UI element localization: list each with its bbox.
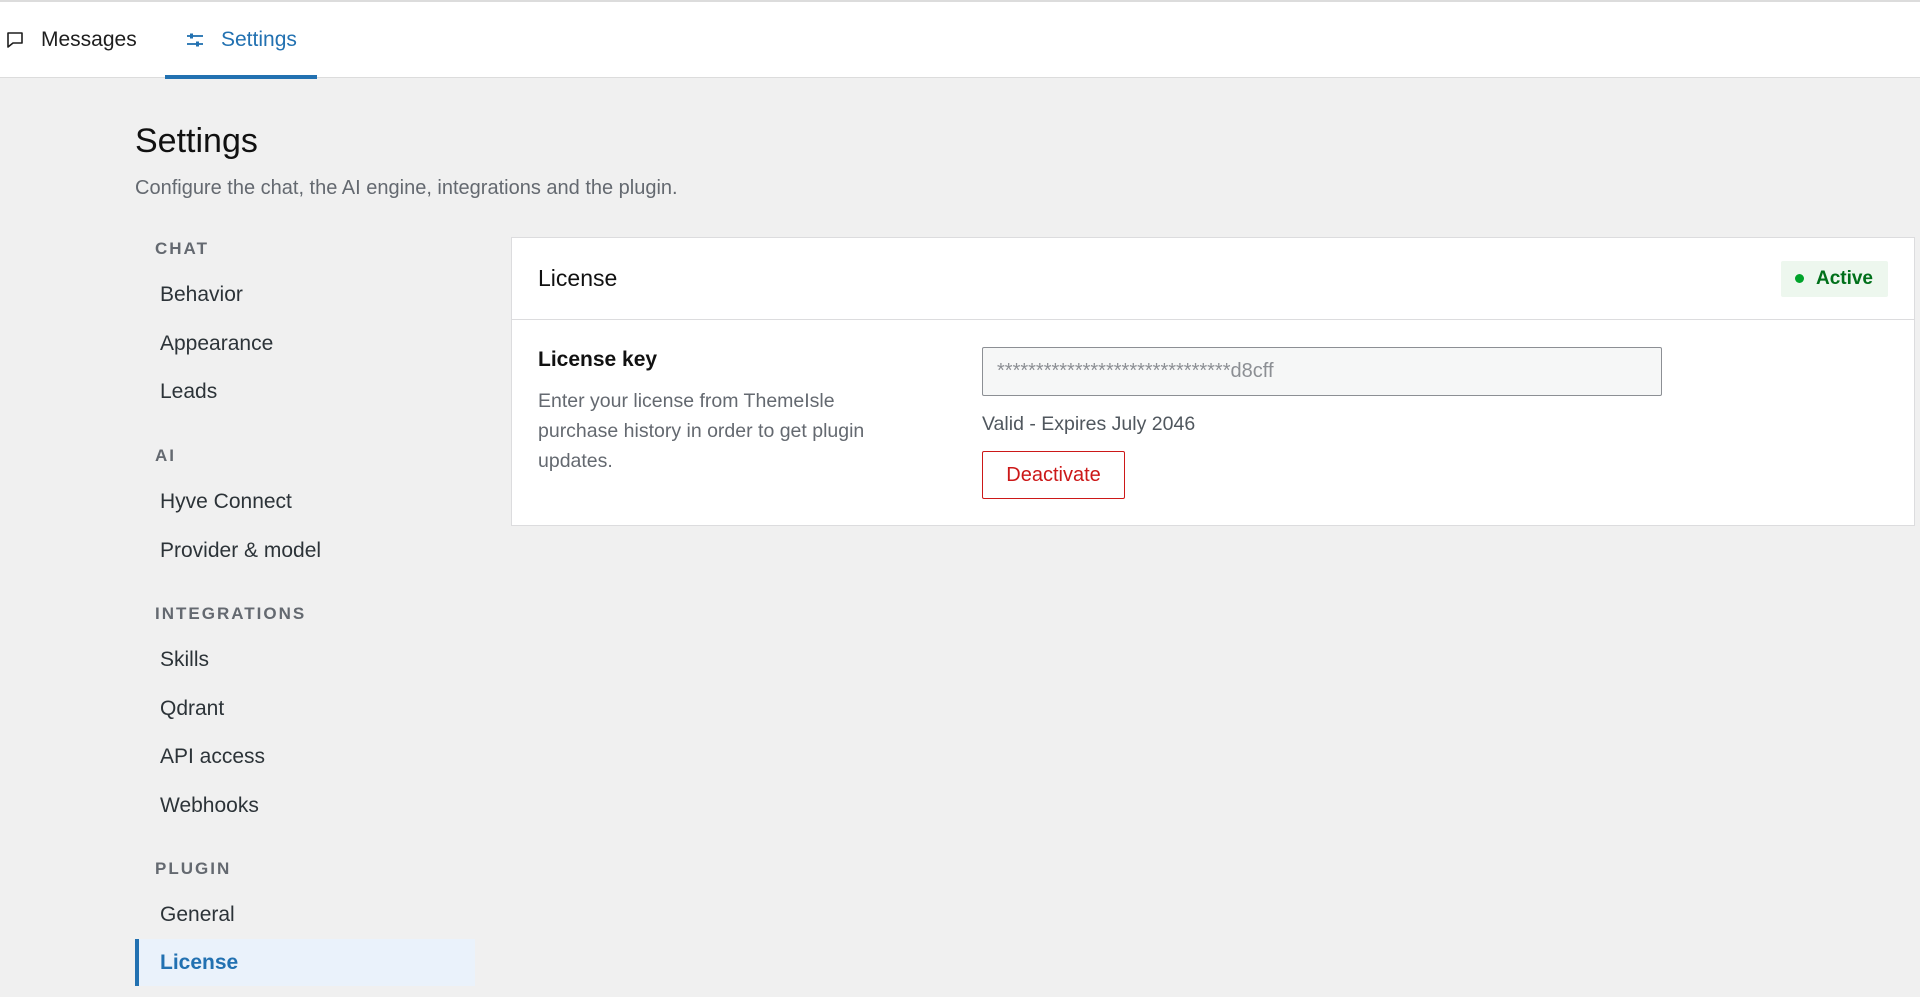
nav-item-general[interactable]: General — [160, 903, 235, 927]
top-tab-bar: Messages Settings — [0, 0, 1920, 79]
nav-item-qdrant[interactable]: Qdrant — [160, 697, 224, 721]
nav-item-behavior[interactable]: Behavior — [160, 283, 243, 307]
nav-item-provider-model[interactable]: Provider & model — [160, 539, 321, 563]
nav-group-plugin: PLUGIN — [155, 859, 232, 878]
comment-icon — [5, 30, 25, 50]
tab-settings-label: Settings — [221, 28, 297, 51]
license-key-input[interactable] — [982, 347, 1662, 396]
page-title: Settings — [135, 122, 258, 160]
deactivate-button[interactable]: Deactivate — [982, 451, 1125, 499]
card-title: License — [538, 265, 618, 291]
license-key-description: Enter your license from ThemeIsle purcha… — [538, 390, 865, 472]
license-validity-text: Valid - Expires July 2046 — [982, 413, 1196, 435]
nav-item-license[interactable]: License — [135, 939, 475, 986]
tab-settings[interactable]: Settings — [165, 2, 317, 79]
page-subtitle: Configure the chat, the AI engine, integ… — [135, 177, 678, 199]
nav-item-hyve-connect[interactable]: Hyve Connect — [160, 490, 292, 514]
nav-group-integrations: INTEGRATIONS — [155, 604, 307, 623]
nav-item-appearance[interactable]: Appearance — [160, 332, 273, 356]
license-card-header: License Active — [512, 238, 1914, 320]
sliders-icon — [185, 30, 205, 50]
nav-item-skills[interactable]: Skills — [160, 648, 209, 672]
nav-item-webhooks[interactable]: Webhooks — [160, 794, 259, 818]
status-badge: Active — [1780, 260, 1888, 297]
license-card: License Active License key Enter your li… — [511, 237, 1915, 526]
nav-item-leads[interactable]: Leads — [160, 380, 217, 404]
nav-group-ai: AI — [155, 446, 176, 465]
nav-item-api-access[interactable]: API access — [160, 745, 265, 769]
nav-group-chat: CHAT — [155, 239, 209, 258]
status-dot-icon — [1794, 274, 1804, 283]
tab-messages-label: Messages — [41, 28, 137, 51]
status-badge-label: Active — [1815, 267, 1873, 289]
license-key-label: License key — [538, 348, 658, 371]
tab-messages[interactable]: Messages — [5, 2, 137, 78]
